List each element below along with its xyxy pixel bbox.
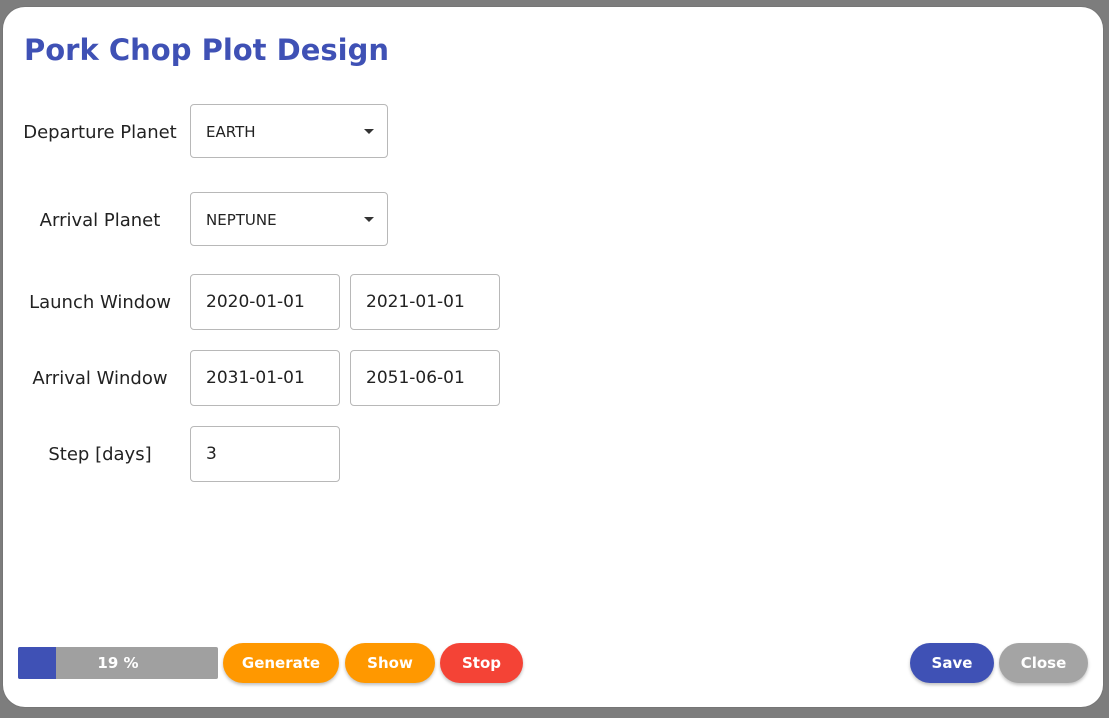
arrival-planet-label: Arrival Planet [39, 210, 161, 231]
progress-label: 19 % [97, 654, 139, 672]
close-button[interactable]: Close [999, 643, 1088, 683]
dropdown-caret-icon [364, 217, 374, 222]
step-days-input[interactable] [190, 426, 340, 482]
launch-window-end-input[interactable] [350, 274, 500, 330]
departure-planet-label: Departure Planet [23, 122, 177, 143]
launch-window-label: Launch Window [29, 292, 171, 313]
arrival-window-label: Arrival Window [32, 368, 168, 389]
dialog-title: Pork Chop Plot Design [24, 33, 389, 67]
arrival-window-start-input[interactable] [190, 350, 340, 406]
step-days-label: Step [days] [48, 444, 152, 465]
pork-chop-dialog: Pork Chop Plot Design Departure Planet E… [3, 7, 1103, 707]
launch-window-start-input[interactable] [190, 274, 340, 330]
departure-planet-value: EARTH [206, 123, 256, 141]
departure-planet-select[interactable]: EARTH [190, 104, 388, 158]
arrival-planet-value: NEPTUNE [206, 211, 277, 229]
generate-button[interactable]: Generate [223, 643, 339, 683]
progress-bar: 19 % [18, 647, 218, 679]
stop-button[interactable]: Stop [440, 643, 523, 683]
dropdown-caret-icon [364, 129, 374, 134]
save-button[interactable]: Save [910, 643, 994, 683]
arrival-planet-select[interactable]: NEPTUNE [190, 192, 388, 246]
arrival-window-end-input[interactable] [350, 350, 500, 406]
show-button[interactable]: Show [345, 643, 435, 683]
